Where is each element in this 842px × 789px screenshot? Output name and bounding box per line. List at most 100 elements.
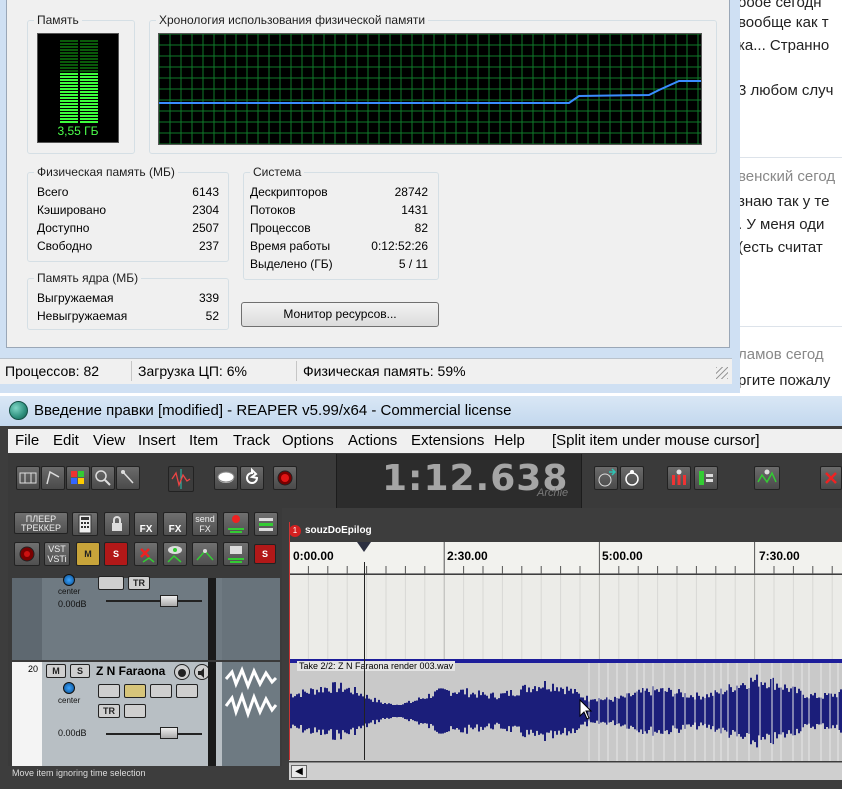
track-20-lane[interactable]: Take 2/2: Z N Faraona render 003.wav	[289, 659, 842, 761]
solo-all-button[interactable]: S	[104, 542, 128, 566]
meter-segment	[60, 49, 98, 51]
track-1-lane[interactable]	[288, 575, 842, 659]
menu-track[interactable]: Track	[233, 432, 270, 449]
send-fx-button[interactable]: send FX	[192, 512, 218, 536]
meters-icon[interactable]	[694, 466, 718, 490]
timeline-ruler[interactable]: 0:00.00 2:30.00 5:00.00 7:30.00	[289, 542, 842, 574]
pan-knob-icon[interactable]	[63, 682, 75, 694]
web-author[interactable]: ламов сегод	[738, 346, 824, 363]
time-stretch-icon[interactable]	[594, 466, 618, 490]
loop-icon[interactable]	[620, 466, 644, 490]
row-label: Невыгружаемая	[37, 309, 128, 323]
track-1-volume-thumb[interactable]	[160, 595, 178, 607]
reaper-titlebar[interactable]: Введение правки [modified] - REAPER v5.9…	[0, 396, 842, 426]
envelope-points-icon[interactable]	[192, 542, 218, 566]
menu-item[interactable]: Item	[189, 432, 218, 449]
eye-envelope-icon[interactable]	[163, 542, 187, 566]
meter-segment	[60, 112, 98, 114]
track-20-volume-slider[interactable]	[106, 733, 202, 735]
track-20-volume-thumb[interactable]	[160, 727, 178, 739]
physical-memory-list: Всего 6143 Кэшировано 2304 Доступно 2507 Св…	[37, 185, 219, 257]
horizontal-scrollbar[interactable]: ◀	[289, 762, 842, 780]
solo-red-button[interactable]: S	[254, 544, 276, 564]
track-1[interactable]: center 0.00dB TR	[12, 574, 280, 660]
track-1-volume-slider[interactable]	[106, 600, 202, 602]
track-20-mute-button[interactable]: M	[46, 664, 66, 678]
menu-view[interactable]: View	[93, 432, 125, 449]
disk-icon[interactable]	[214, 466, 238, 490]
meter-segment	[60, 118, 98, 120]
arrange-view[interactable]: 1 souzDoEpilog 0:00.00 2:30.00 5:00.00 7…	[288, 522, 842, 761]
menu-options[interactable]: Options	[282, 432, 334, 449]
mixer-icon[interactable]	[667, 466, 691, 490]
resize-grip-icon[interactable]	[716, 367, 728, 379]
track-20-input-icon[interactable]	[98, 684, 120, 698]
grid-toggle-icon[interactable]	[16, 466, 40, 490]
track-20-solo-button[interactable]: S	[70, 664, 90, 678]
vst-vsti-button[interactable]: VST VSTi	[44, 542, 70, 566]
track-20-name[interactable]: Z N Faraona	[96, 664, 165, 678]
web-text-line: oooe сегодн	[738, 0, 822, 11]
zoom-icon[interactable]	[91, 466, 115, 490]
speaker-icon[interactable]	[14, 542, 40, 566]
menu-extensions[interactable]: Extensions	[411, 432, 484, 449]
track-20-tr-button[interactable]: TR	[98, 704, 120, 718]
envelope-icon[interactable]	[41, 466, 65, 490]
meter-segment	[60, 55, 98, 57]
meter-segment	[60, 106, 98, 108]
pointer-icon[interactable]	[116, 466, 140, 490]
row-value: 52	[205, 309, 219, 323]
web-text-line: . У меня оди	[738, 216, 825, 233]
fx-red-button[interactable]: FX	[134, 512, 158, 536]
web-author[interactable]: венский сегод	[738, 168, 835, 185]
track-list-icon[interactable]	[254, 512, 278, 536]
edit-cursor-line	[364, 562, 365, 760]
track-20-fx-chain-icon[interactable]	[124, 684, 146, 698]
network-icon[interactable]	[754, 466, 780, 490]
calculator-icon[interactable]	[72, 512, 98, 536]
color-picker-icon[interactable]	[66, 466, 90, 490]
marker-name[interactable]: souzDoEpilog	[305, 525, 372, 536]
media-item-label[interactable]: Take 2/2: Z N Faraona render 003.wav	[297, 661, 456, 671]
close-red-icon[interactable]	[820, 466, 842, 490]
undo-icon[interactable]	[240, 466, 264, 490]
pan-knob-icon[interactable]	[63, 574, 75, 586]
meter-segment	[60, 76, 98, 78]
record-icon[interactable]	[273, 466, 297, 490]
marker-number[interactable]: 1	[289, 525, 301, 537]
playhead-marker-icon[interactable]	[357, 542, 371, 552]
mute-all-button[interactable]: M	[76, 542, 100, 566]
metronome-wave-icon[interactable]	[168, 466, 194, 492]
lock-icon[interactable]	[104, 512, 130, 536]
menu-file[interactable]: File	[15, 432, 39, 449]
unsolo-icon[interactable]	[134, 542, 158, 566]
media-item-waveform[interactable]	[289, 663, 842, 761]
scroll-left-icon[interactable]: ◀	[291, 765, 307, 778]
menu-help[interactable]: Help	[494, 432, 525, 449]
track-20-bypass-icon[interactable]	[124, 704, 146, 718]
row-label: Дескрипторов	[250, 185, 328, 199]
track-20[interactable]: 20 M S Z N Faraona center TR 0.00dB	[12, 662, 280, 766]
memory-meter-value: 3,55 ГБ	[57, 124, 99, 138]
track-1-tr-button[interactable]: TR	[128, 576, 150, 590]
web-author-name[interactable]: ламов	[738, 346, 782, 363]
routing-icon[interactable]	[223, 512, 249, 536]
player-tracker-button[interactable]: ПЛЕЕР ТРЕККЕР	[14, 512, 68, 534]
resource-monitor-button[interactable]: Монитор ресурсов...	[241, 302, 439, 327]
menu-edit[interactable]: Edit	[53, 432, 79, 449]
menu-actions[interactable]: Actions	[348, 432, 397, 449]
meter-segment	[60, 52, 98, 54]
track-1-input-icon[interactable]	[98, 576, 124, 590]
folder-routing-icon[interactable]	[223, 542, 249, 566]
web-author-name[interactable]: венский	[738, 168, 793, 185]
menu-last-action[interactable]: [Split item under mouse cursor]	[552, 432, 760, 449]
status-memory: Физическая память: 59%	[303, 363, 466, 379]
track-20-phase-icon[interactable]	[176, 684, 198, 698]
track-20-record-arm-icon[interactable]	[174, 664, 190, 680]
menu-insert[interactable]: Insert	[138, 432, 176, 449]
row-value: 237	[198, 239, 219, 253]
memory-history-group: Хронология использования физической памя…	[149, 13, 717, 154]
fx-eye-button[interactable]: FX	[163, 512, 187, 536]
track-20-automation-icon[interactable]	[150, 684, 172, 698]
time-display[interactable]: 1:12.638 Archie	[336, 454, 582, 508]
